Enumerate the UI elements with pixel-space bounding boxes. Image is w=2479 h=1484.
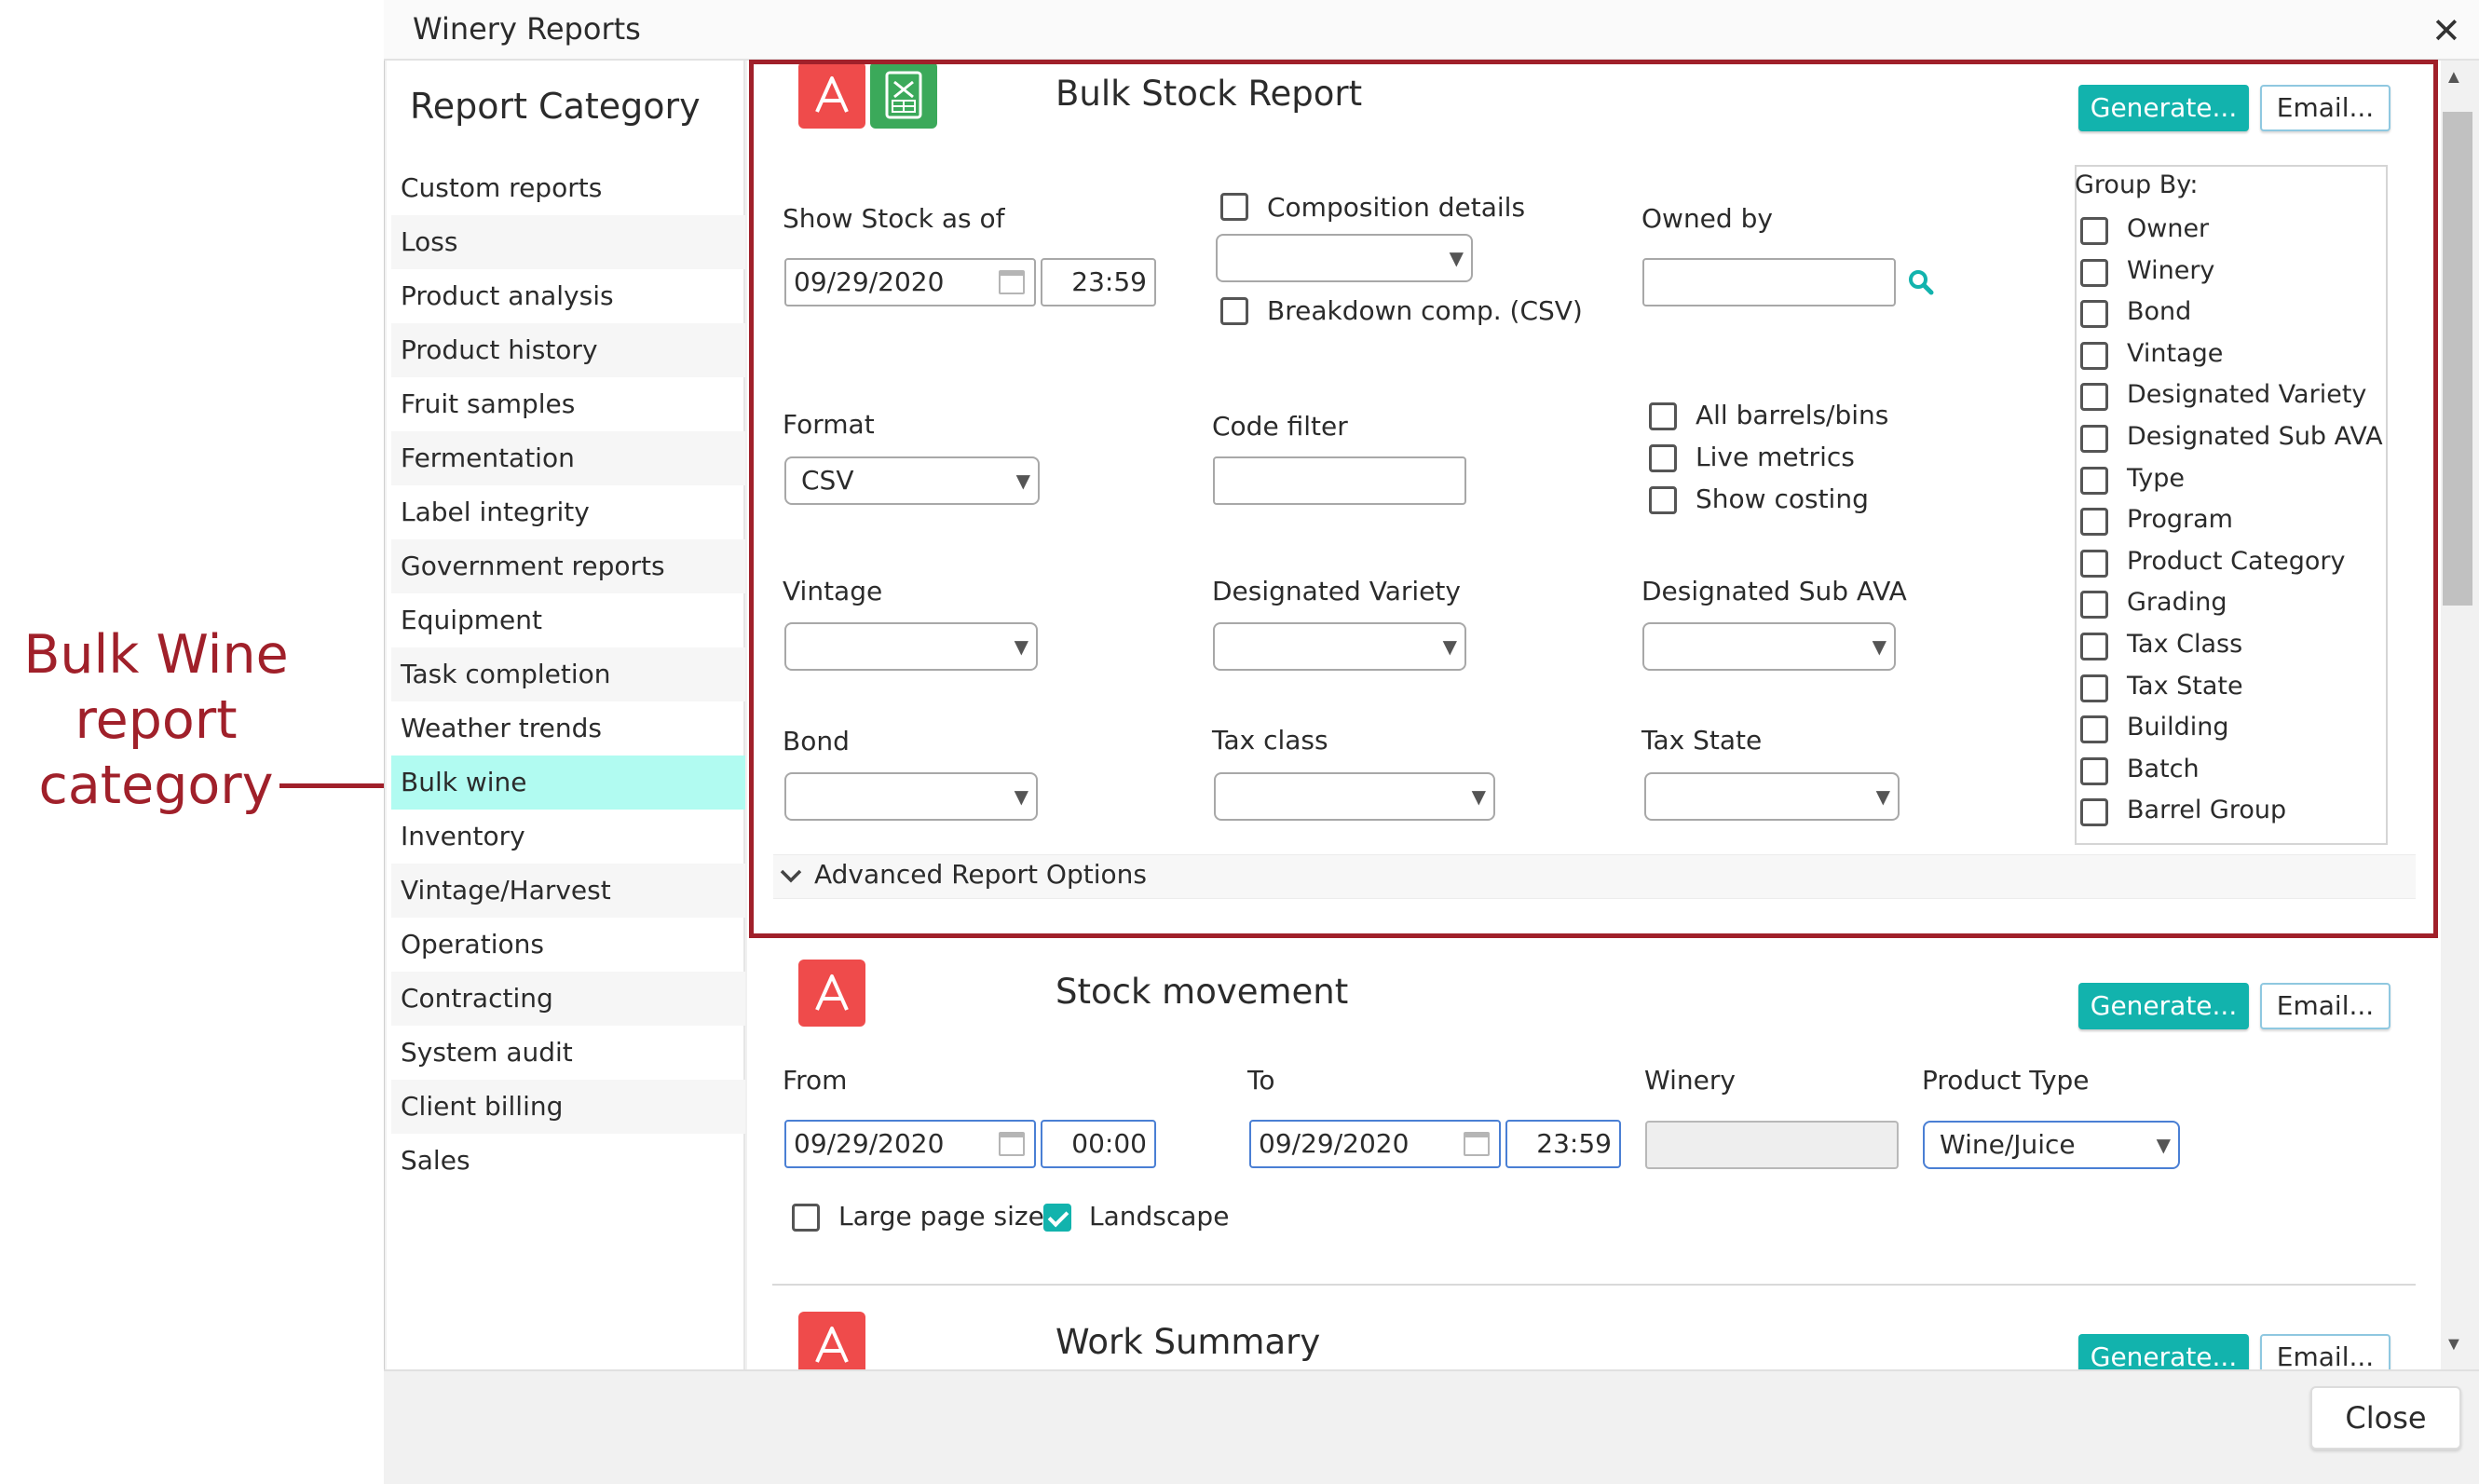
winery-label: Winery: [1644, 1065, 1736, 1096]
category-custom-reports[interactable]: Custom reports: [391, 161, 745, 215]
close-button[interactable]: Close: [2310, 1386, 2461, 1450]
annotation-callout: Bulk Wine report category: [0, 622, 312, 818]
work-summary-email-button[interactable]: Email...: [2260, 1334, 2390, 1369]
product-type-select[interactable]: Wine/Juice ▼: [1923, 1121, 2180, 1169]
landscape-label: Landscape: [1089, 1201, 1230, 1232]
category-sales[interactable]: Sales: [391, 1134, 745, 1188]
scroll-up-arrow[interactable]: ▲: [2445, 67, 2463, 88]
to-time-input[interactable]: 23:59: [1505, 1120, 1621, 1168]
category-inventory[interactable]: Inventory: [391, 810, 745, 864]
large-page-size-checkbox[interactable]: [792, 1204, 820, 1232]
annotation-line-2: report: [75, 689, 238, 751]
landscape-checkbox[interactable]: [1043, 1204, 1071, 1232]
category-bulk-wine[interactable]: Bulk wine: [391, 756, 745, 810]
dialog-title: Winery Reports: [413, 11, 641, 47]
calendar-icon[interactable]: [1464, 1132, 1490, 1156]
report-category-list: Custom reports Loss Product analysis Pro…: [391, 161, 745, 1188]
product-type-value: Wine/Juice: [1940, 1129, 2076, 1160]
category-vintage-harvest[interactable]: Vintage/Harvest: [391, 864, 745, 918]
stock-movement-generate-button[interactable]: Generate...: [2078, 983, 2249, 1029]
dialog-header: [384, 0, 2479, 61]
category-contracting[interactable]: Contracting: [391, 972, 745, 1026]
bulk-stock-highlight-frame: [749, 60, 2438, 938]
category-government-reports[interactable]: Government reports: [391, 539, 745, 593]
scroll-down-arrow[interactable]: ▼: [2445, 1334, 2463, 1355]
dialog-footer: [384, 1369, 2479, 1484]
pdf-icon[interactable]: [798, 960, 865, 1027]
from-label: From: [783, 1065, 848, 1096]
category-fruit-samples[interactable]: Fruit samples: [391, 377, 745, 431]
winery-input[interactable]: [1645, 1121, 1899, 1169]
category-system-audit[interactable]: System audit: [391, 1026, 745, 1080]
annotation-pointer: [279, 783, 389, 788]
category-equipment[interactable]: Equipment: [391, 593, 745, 647]
work-summary-generate-button[interactable]: Generate...: [2078, 1334, 2249, 1369]
category-task-completion[interactable]: Task completion: [391, 647, 745, 701]
annotation-line-3: category: [38, 755, 274, 816]
scrollbar-thumb[interactable]: [2443, 112, 2472, 606]
stock-movement-email-button[interactable]: Email...: [2260, 983, 2390, 1029]
from-date-input[interactable]: 09/29/2020: [784, 1120, 1036, 1168]
category-label-integrity[interactable]: Label integrity: [391, 485, 745, 539]
category-product-history[interactable]: Product history: [391, 323, 745, 377]
large-page-size-label: Large page size: [838, 1201, 1044, 1232]
sidebar-heading: Report Category: [410, 86, 701, 127]
from-time-input[interactable]: 00:00: [1041, 1120, 1156, 1168]
close-icon[interactable]: ✕: [2431, 13, 2461, 48]
work-summary-section: Work Summary Generate... Email...: [747, 1286, 2441, 1369]
from-date-value: 09/29/2020: [794, 1128, 945, 1159]
category-operations[interactable]: Operations: [391, 918, 745, 972]
to-date-input[interactable]: 09/29/2020: [1249, 1120, 1501, 1168]
to-label: To: [1247, 1065, 1275, 1096]
category-fermentation[interactable]: Fermentation: [391, 431, 745, 485]
product-type-label: Product Type: [1922, 1065, 2090, 1096]
category-client-billing[interactable]: Client billing: [391, 1080, 745, 1134]
chevron-down-icon: ▼: [2156, 1134, 2171, 1156]
category-product-analysis[interactable]: Product analysis: [391, 269, 745, 323]
category-weather-trends[interactable]: Weather trends: [391, 701, 745, 756]
stock-movement-title: Stock movement: [1056, 972, 1349, 1012]
work-summary-title: Work Summary: [1056, 1322, 1321, 1362]
category-loss[interactable]: Loss: [391, 215, 745, 269]
calendar-icon[interactable]: [999, 1132, 1025, 1156]
annotation-line-1: Bulk Wine: [23, 624, 289, 686]
pdf-icon[interactable]: [798, 1312, 865, 1369]
to-date-value: 09/29/2020: [1259, 1128, 1410, 1159]
